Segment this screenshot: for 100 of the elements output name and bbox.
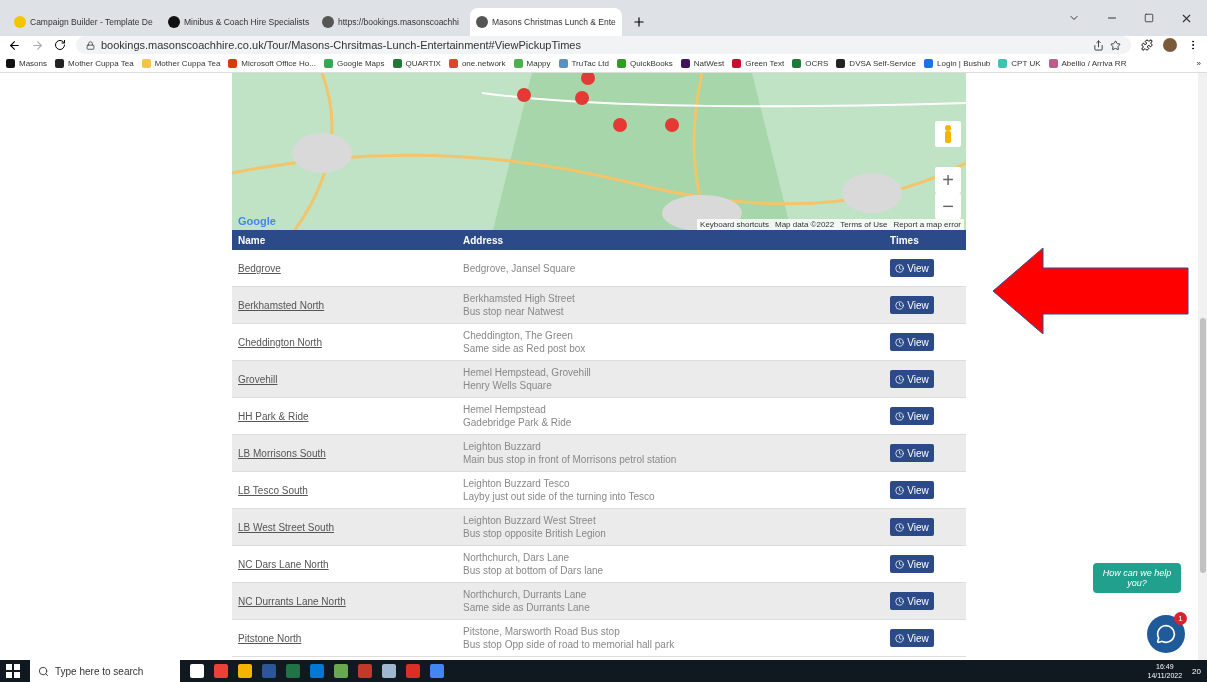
bookmark-link[interactable]: CPT UK — [1011, 58, 1041, 68]
map-attribution-link[interactable]: Keyboard shortcuts — [700, 220, 769, 229]
address-cell-text: Northchurch, Dars Lane Bus stop at bottom of Dars lane — [463, 551, 605, 577]
pickup-name-link[interactable]: LB Morrisons South — [238, 447, 463, 459]
address-cell-text: Leighton Buzzard Main bus stop in front of Morrisons petrol station — [463, 440, 678, 466]
clock-icon — [895, 337, 905, 347]
view-button[interactable]: View — [890, 296, 934, 314]
clock-icon — [895, 300, 905, 310]
pickup-name-link[interactable]: Bedgrove — [238, 262, 463, 274]
bookmark-link[interactable]: Login | Bushub — [937, 58, 991, 68]
bookmark-link[interactable]: Mother Cuppa Tea — [154, 58, 221, 68]
taskbar-app-icon[interactable] — [334, 664, 348, 678]
view-button[interactable]: View — [890, 555, 934, 573]
chat-icon — [1156, 624, 1176, 644]
map-attribution-link[interactable]: Terms of Use — [840, 220, 888, 229]
browser-tab[interactable]: Masons Christmas Lunch & Ente — [470, 8, 622, 36]
bookmark-link[interactable]: Green Text — [745, 58, 785, 68]
taskbar-app-icon[interactable] — [214, 664, 228, 678]
pickup-name-link[interactable]: NC Dars Lane North — [238, 558, 463, 570]
bookmark-link[interactable]: QuickBooks — [630, 58, 673, 68]
address-cell-text: Bedgrove, Jansel Square — [463, 261, 577, 275]
bookmark-link[interactable]: QUARTIX — [405, 58, 441, 68]
address-cell-text: Hemel Hempstead Gadebridge Park & Ride — [463, 403, 573, 429]
taskbar-app-icon[interactable] — [406, 664, 420, 678]
forward-icon[interactable] — [31, 38, 44, 52]
bookmark-link[interactable]: NatWest — [693, 58, 725, 68]
taskbar-search-field[interactable]: Type here to search — [30, 660, 180, 682]
view-button[interactable]: View — [890, 518, 934, 536]
pickup-name-link[interactable]: NC Durrants Lane North — [238, 595, 463, 607]
pegman-icon[interactable] — [935, 121, 961, 147]
notification-count[interactable]: 20 — [1192, 666, 1201, 676]
address-cell-text: Leighton Buzzard Tesco Layby just out side of the turning into Tesco — [463, 477, 656, 503]
profile-avatar[interactable] — [1163, 38, 1177, 52]
share-icon[interactable] — [1093, 39, 1104, 51]
clock-icon — [895, 559, 905, 569]
zoom-in-button[interactable]: + — [935, 167, 961, 193]
pickup-name-link[interactable]: HH Park & Ride — [238, 410, 463, 422]
pickup-name-link[interactable]: Pitstone North — [238, 632, 463, 644]
bookmark-link[interactable]: Google Maps — [336, 58, 385, 68]
address-cell-text: Cheddington, The Green Same side as Red post box — [463, 329, 587, 355]
address-cell-text: Hemel Hempstead, Grovehill Henry Wells Square — [463, 366, 592, 392]
bookmark-link[interactable]: TruTac Ltd — [571, 58, 610, 68]
bookmark-link[interactable]: Mother Cuppa Tea — [68, 58, 134, 68]
star-icon[interactable] — [1110, 39, 1121, 51]
more-bookmarks[interactable]: » — [1196, 58, 1201, 68]
notification-badge: 1 — [1174, 612, 1187, 625]
pickup-name-link[interactable]: LB Tesco South — [238, 484, 463, 496]
bookmark-link[interactable]: Microsoft Office Ho... — [241, 58, 316, 68]
search-icon — [38, 665, 49, 677]
lock-icon — [86, 40, 95, 50]
zoom-out-button[interactable]: − — [935, 193, 961, 219]
address-cell-text: Northchurch, Durrants Lane Same side as Durrants Lane — [463, 588, 591, 614]
bookmark-link[interactable]: DVSA Self-Service — [849, 58, 917, 68]
arrow-icon — [993, 248, 1189, 334]
back-icon[interactable] — [8, 38, 21, 52]
extensions-icon[interactable] — [1141, 39, 1153, 51]
taskbar-app-icon[interactable] — [310, 664, 324, 678]
taskbar-app-icon[interactable] — [190, 664, 204, 678]
column-header: Times — [890, 234, 920, 246]
bookmark-link[interactable]: one.network — [461, 58, 506, 68]
bookmark-link[interactable]: Abellio / Arriva RR — [1061, 58, 1127, 68]
address-cell-text: Pitstone, Marsworth Road Bus stop Bus stop Opp side of road to memorial hall park — [463, 625, 676, 651]
pickup-name-link[interactable]: Berkhamsted North — [238, 299, 463, 311]
address-bar[interactable]: bookings.masonscoachhire.co.uk/Tour/Masons-Chrsitmas-Lunch-Entertainment#ViewPickupTimes — [76, 36, 1131, 54]
clock-icon — [895, 263, 905, 273]
scrollbar-thumb[interactable] — [1199, 318, 1206, 573]
pickup-name-link[interactable]: Grovehill — [238, 373, 463, 385]
view-button[interactable]: View — [890, 629, 934, 647]
taskbar-app-icon[interactable] — [238, 664, 252, 678]
bookmark-link[interactable]: Mappy — [526, 58, 551, 68]
address-cell-text: Berkhamsted High Street Bus stop near Natwest — [463, 292, 576, 318]
clock-icon — [895, 374, 905, 384]
pickup-name-link[interactable]: LB West Street South — [238, 521, 463, 533]
taskbar-app-icon[interactable] — [382, 664, 396, 678]
view-button[interactable]: View — [890, 481, 934, 499]
clock-icon — [895, 411, 905, 421]
clock-icon — [895, 633, 905, 643]
bookmark-link[interactable]: Masons — [19, 58, 47, 68]
view-button[interactable]: View — [890, 370, 934, 388]
clock-icon — [895, 522, 905, 532]
column-header: Address — [463, 234, 504, 246]
clock-icon — [895, 485, 905, 495]
map-attribution-link[interactable]: Report a map error — [893, 220, 961, 229]
reload-icon[interactable] — [54, 39, 66, 51]
view-button[interactable]: View — [890, 259, 934, 277]
windows-icon[interactable] — [6, 664, 20, 678]
chat-button[interactable] — [1147, 615, 1185, 653]
restore-icon[interactable] — [1144, 13, 1154, 23]
taskbar-app-icon[interactable] — [430, 664, 444, 678]
view-button[interactable]: View — [890, 592, 934, 610]
view-button[interactable]: View — [890, 407, 934, 425]
view-button[interactable]: View — [890, 333, 934, 351]
map-attribution-link[interactable]: Map data ©2022 — [775, 220, 835, 229]
taskbar-app-icon[interactable] — [358, 664, 372, 678]
map-logo: Google — [238, 215, 276, 227]
pickup-name-link[interactable]: Cheddington North — [238, 336, 463, 348]
address-cell-text: Leighton Buzzard West Street Bus stop opposite British Legion — [463, 514, 607, 540]
bookmark-link[interactable]: OCRS — [805, 58, 829, 68]
new-tab-icon[interactable] — [632, 15, 646, 29]
view-button[interactable]: View — [890, 444, 934, 462]
